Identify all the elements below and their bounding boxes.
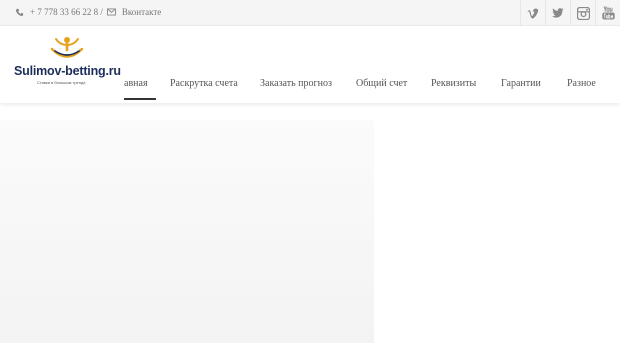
nav-item-common-account[interactable]: Общий счет xyxy=(356,78,407,89)
logo-figure-icon xyxy=(50,37,84,58)
logo-tagline: Ставки в большом тренде xyxy=(37,80,86,85)
top-bar: + 7 778 33 66 22 8 / Вконтакте xyxy=(0,0,620,26)
site-logo[interactable]: Sulimov-betting.ru Ставки в большом трен… xyxy=(14,35,124,97)
vimeo-icon[interactable] xyxy=(520,0,545,26)
nav-item-account-boost[interactable]: Раскрутка счета xyxy=(170,78,238,89)
nav-item-requisites[interactable]: Реквизиты xyxy=(431,78,476,89)
vk-link[interactable]: Вконтакте xyxy=(122,7,161,17)
phone-number[interactable]: + 7 778 33 66 22 8 / xyxy=(30,7,103,17)
nav-item-home[interactable]: авная xyxy=(124,78,148,89)
instagram-icon[interactable] xyxy=(570,0,595,26)
nav-item-order-forecast[interactable]: Заказать прогноз xyxy=(260,78,332,89)
logo-name: Sulimov-betting.ru xyxy=(14,64,121,78)
twitter-icon[interactable] xyxy=(545,0,570,26)
content-placeholder xyxy=(0,120,374,343)
contact-info: + 7 778 33 66 22 8 / Вконтакте xyxy=(15,7,161,17)
social-links xyxy=(520,0,620,26)
site-header: Sulimov-betting.ru Ставки в большом трен… xyxy=(0,26,620,103)
youtube-icon[interactable] xyxy=(595,0,620,26)
nav-item-guarantees[interactable]: Гарантии xyxy=(501,78,541,89)
mail-icon xyxy=(106,7,116,17)
phone-icon xyxy=(15,8,24,17)
active-nav-indicator xyxy=(124,98,156,100)
nav-item-misc[interactable]: Разное xyxy=(567,78,596,89)
